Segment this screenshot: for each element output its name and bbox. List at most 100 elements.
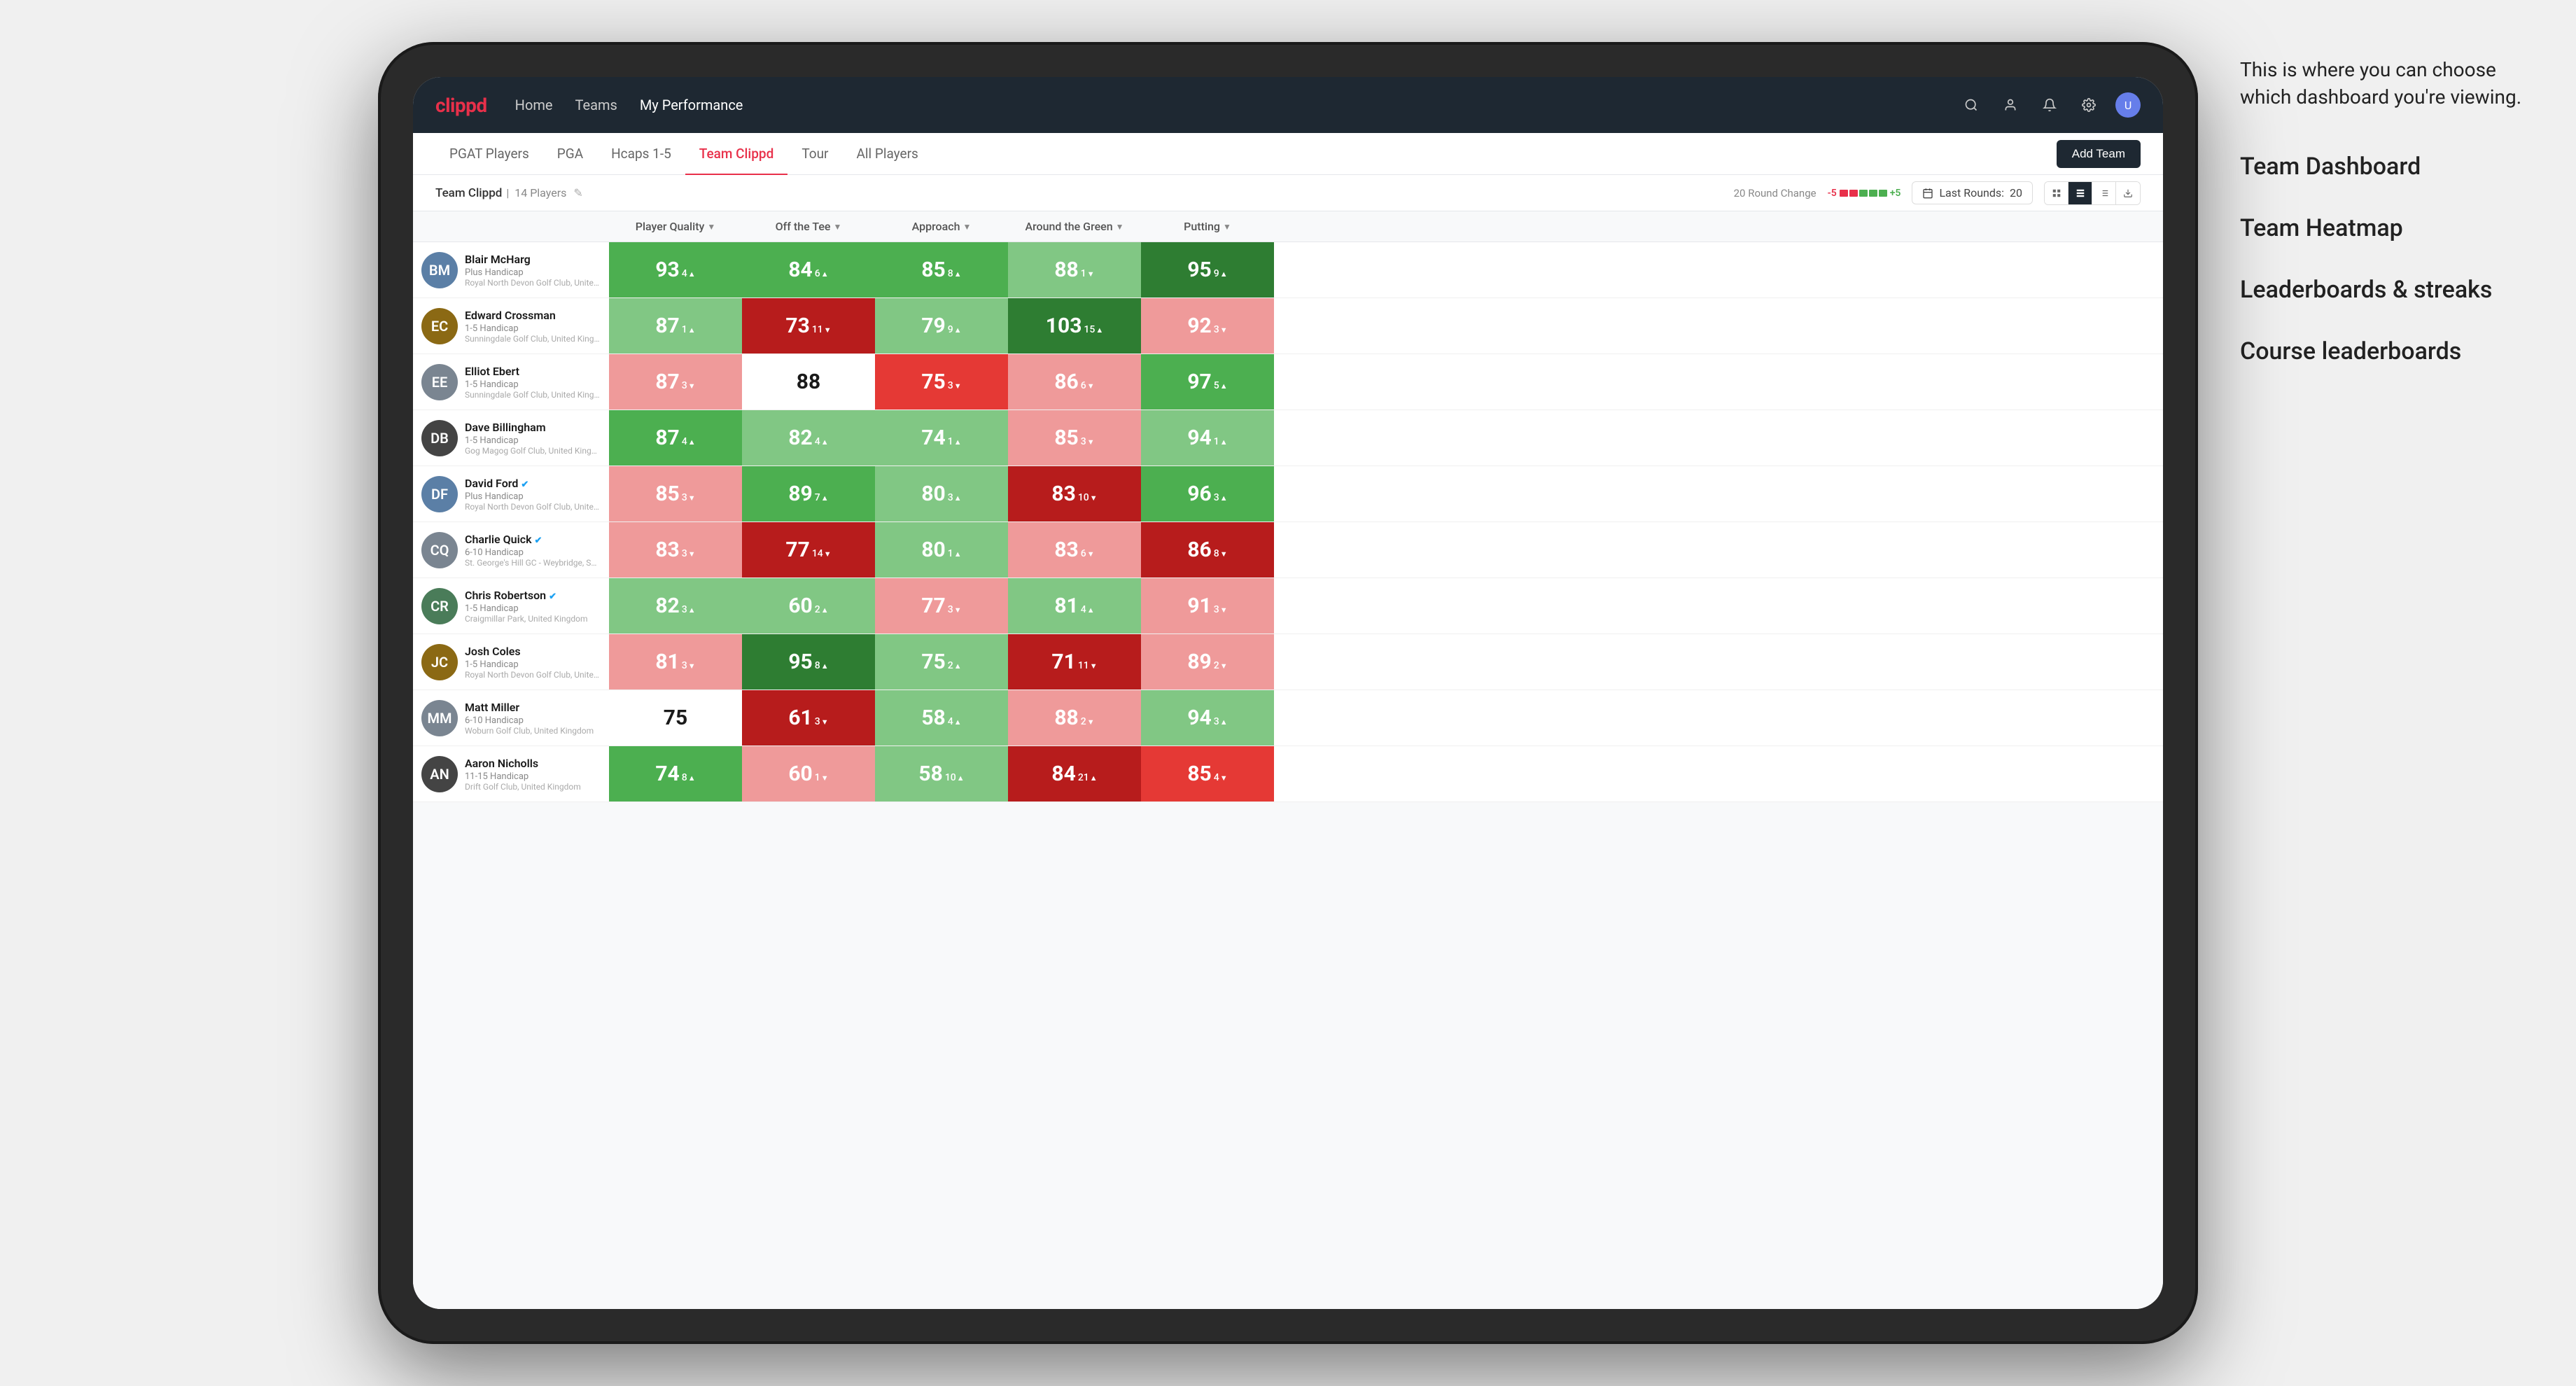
player-info[interactable]: AN Aaron Nicholls 11-15 Handicap Drift G… xyxy=(413,746,609,802)
score-cell-6-0: 82 3▲ xyxy=(609,578,742,634)
tab-hcaps[interactable]: Hcaps 1-5 xyxy=(597,133,685,175)
user-icon[interactable] xyxy=(1998,92,2023,118)
score-cell-1-0: 87 1▲ xyxy=(609,298,742,354)
view-download-btn[interactable] xyxy=(2116,182,2140,204)
player-avatar: AN xyxy=(421,756,458,792)
player-name: Elliot Ebert xyxy=(465,365,601,378)
team-info-bar: Team Clippd | 14 Players ✎ 20 Round Chan… xyxy=(413,175,2163,211)
player-handicap: 11-15 Handicap xyxy=(465,771,601,782)
player-name: Blair McHarg xyxy=(465,253,601,266)
tab-tour[interactable]: Tour xyxy=(788,133,842,175)
player-handicap: 1-5 Handicap xyxy=(465,323,601,334)
player-info[interactable]: BM Blair McHarg Plus Handicap Royal Nort… xyxy=(413,242,609,298)
player-avatar: BM xyxy=(421,252,458,288)
table-row: EE Elliot Ebert 1-5 Handicap Sunningdale… xyxy=(413,354,2163,410)
score-cell-2-4: 97 5▲ xyxy=(1141,354,1274,410)
nav-home[interactable]: Home xyxy=(515,94,553,116)
calendar-icon xyxy=(1922,188,1933,199)
nav-teams[interactable]: Teams xyxy=(575,94,617,116)
player-details: Chris Robertson ✔ 1-5 Handicap Craigmill… xyxy=(465,589,601,624)
player-handicap: 1-5 Handicap xyxy=(465,603,601,614)
score-cell-2-2: 75 3▼ xyxy=(875,354,1008,410)
view-toggle xyxy=(2044,181,2141,205)
change-neg: -5 xyxy=(1828,188,1837,199)
table-row: EC Edward Crossman 1-5 Handicap Sunningd… xyxy=(413,298,2163,354)
player-info[interactable]: EC Edward Crossman 1-5 Handicap Sunningd… xyxy=(413,298,609,354)
player-club: Gog Magog Golf Club, United Kingdom xyxy=(465,446,601,456)
heatmap-table: Player Quality ▼ Off the Tee ▼ Approach … xyxy=(413,211,2163,802)
player-info[interactable]: DF David Ford ✔ Plus Handicap Royal Nort… xyxy=(413,466,609,522)
team-count: 14 Players xyxy=(514,186,566,200)
bar-red-2 xyxy=(1849,190,1858,197)
player-info[interactable]: CR Chris Robertson ✔ 1-5 Handicap Craigm… xyxy=(413,578,609,634)
tab-all-players[interactable]: All Players xyxy=(842,133,932,175)
search-icon[interactable] xyxy=(1959,92,1984,118)
app-logo: clippd xyxy=(435,94,487,117)
player-info[interactable]: MM Matt Miller 6-10 Handicap Woburn Golf… xyxy=(413,690,609,746)
tab-team-clippd[interactable]: Team Clippd xyxy=(685,133,788,175)
edit-icon[interactable]: ✎ xyxy=(573,186,582,200)
score-cell-8-2: 58 4▲ xyxy=(875,690,1008,746)
player-info[interactable]: EE Elliot Ebert 1-5 Handicap Sunningdale… xyxy=(413,354,609,410)
score-cell-7-2: 75 2▲ xyxy=(875,634,1008,690)
ipad-frame: clippd Home Teams My Performance xyxy=(378,42,2198,1344)
bell-icon[interactable] xyxy=(2037,92,2062,118)
add-team-button[interactable]: Add Team xyxy=(2057,140,2141,168)
score-cell-0-3: 88 1▼ xyxy=(1008,242,1141,298)
player-info[interactable]: JC Josh Coles 1-5 Handicap Royal North D… xyxy=(413,634,609,690)
bar-green-3 xyxy=(1879,190,1887,197)
table-row: CQ Charlie Quick ✔ 6-10 Handicap St. Geo… xyxy=(413,522,2163,578)
score-cell-5-3: 83 6▼ xyxy=(1008,522,1141,578)
player-avatar: JC xyxy=(421,644,458,680)
nav-my-performance[interactable]: My Performance xyxy=(640,94,743,116)
separator: | xyxy=(506,186,509,200)
view-grid-btn[interactable] xyxy=(2045,182,2068,204)
th-putting: Putting ▼ xyxy=(1141,220,1274,233)
player-club: Drift Golf Club, United Kingdom xyxy=(465,782,601,792)
score-cell-7-1: 95 8▲ xyxy=(742,634,875,690)
player-info[interactable]: CQ Charlie Quick ✔ 6-10 Handicap St. Geo… xyxy=(413,522,609,578)
score-cell-5-4: 86 8▼ xyxy=(1141,522,1274,578)
view-list-btn[interactable] xyxy=(2092,182,2116,204)
tab-pga[interactable]: PGA xyxy=(543,133,597,175)
tab-pgat-players[interactable]: PGAT Players xyxy=(435,133,543,175)
score-cell-4-3: 83 10▼ xyxy=(1008,466,1141,522)
score-cell-4-2: 80 3▲ xyxy=(875,466,1008,522)
score-cell-9-4: 85 4▼ xyxy=(1141,746,1274,802)
player-club: Woburn Golf Club, United Kingdom xyxy=(465,726,601,736)
table-row: JC Josh Coles 1-5 Handicap Royal North D… xyxy=(413,634,2163,690)
player-details: Charlie Quick ✔ 6-10 Handicap St. George… xyxy=(465,533,601,568)
th-approach: Approach ▼ xyxy=(875,220,1008,233)
avatar[interactable]: U xyxy=(2115,92,2141,118)
score-cell-7-0: 81 3▼ xyxy=(609,634,742,690)
player-details: Elliot Ebert 1-5 Handicap Sunningdale Go… xyxy=(465,365,601,400)
player-club: St. George's Hill GC - Weybridge, Surrey… xyxy=(465,558,601,568)
player-avatar: DF xyxy=(421,476,458,512)
score-cell-8-4: 94 3▲ xyxy=(1141,690,1274,746)
view-heatmap-btn[interactable] xyxy=(2068,182,2092,204)
score-cell-1-3: 103 15▲ xyxy=(1008,298,1141,354)
score-cell-3-1: 82 4▲ xyxy=(742,410,875,465)
player-handicap: 1-5 Handicap xyxy=(465,659,601,670)
annotation-area: This is where you can choose which dashb… xyxy=(2240,56,2534,399)
player-info[interactable]: DB Dave Billingham 1-5 Handicap Gog Mago… xyxy=(413,410,609,465)
sub-tabs: PGAT Players PGA Hcaps 1-5 Team Clippd T… xyxy=(413,133,2163,175)
player-name: David Ford ✔ xyxy=(465,477,601,490)
score-cell-3-2: 74 1▲ xyxy=(875,410,1008,465)
player-name: Edward Crossman xyxy=(465,309,601,322)
table-row: DF David Ford ✔ Plus Handicap Royal Nort… xyxy=(413,466,2163,522)
last-rounds-button[interactable]: Last Rounds: 20 xyxy=(1912,181,2033,204)
player-avatar: CQ xyxy=(421,532,458,568)
settings-icon[interactable] xyxy=(2076,92,2101,118)
score-cell-4-4: 96 3▲ xyxy=(1141,466,1274,522)
player-club: Royal North Devon Golf Club, United King… xyxy=(465,278,601,288)
indicator-bar xyxy=(1840,190,1887,197)
annotation-intro-text: This is where you can choose which dashb… xyxy=(2240,56,2534,111)
score-cell-9-3: 84 21▲ xyxy=(1008,746,1141,802)
bar-green-2 xyxy=(1869,190,1877,197)
player-club: Royal North Devon Golf Club, United King… xyxy=(465,502,601,512)
player-name: Charlie Quick ✔ xyxy=(465,533,601,546)
player-handicap: 6-10 Handicap xyxy=(465,547,601,558)
player-avatar: DB xyxy=(421,420,458,456)
score-cell-7-3: 71 11▼ xyxy=(1008,634,1141,690)
